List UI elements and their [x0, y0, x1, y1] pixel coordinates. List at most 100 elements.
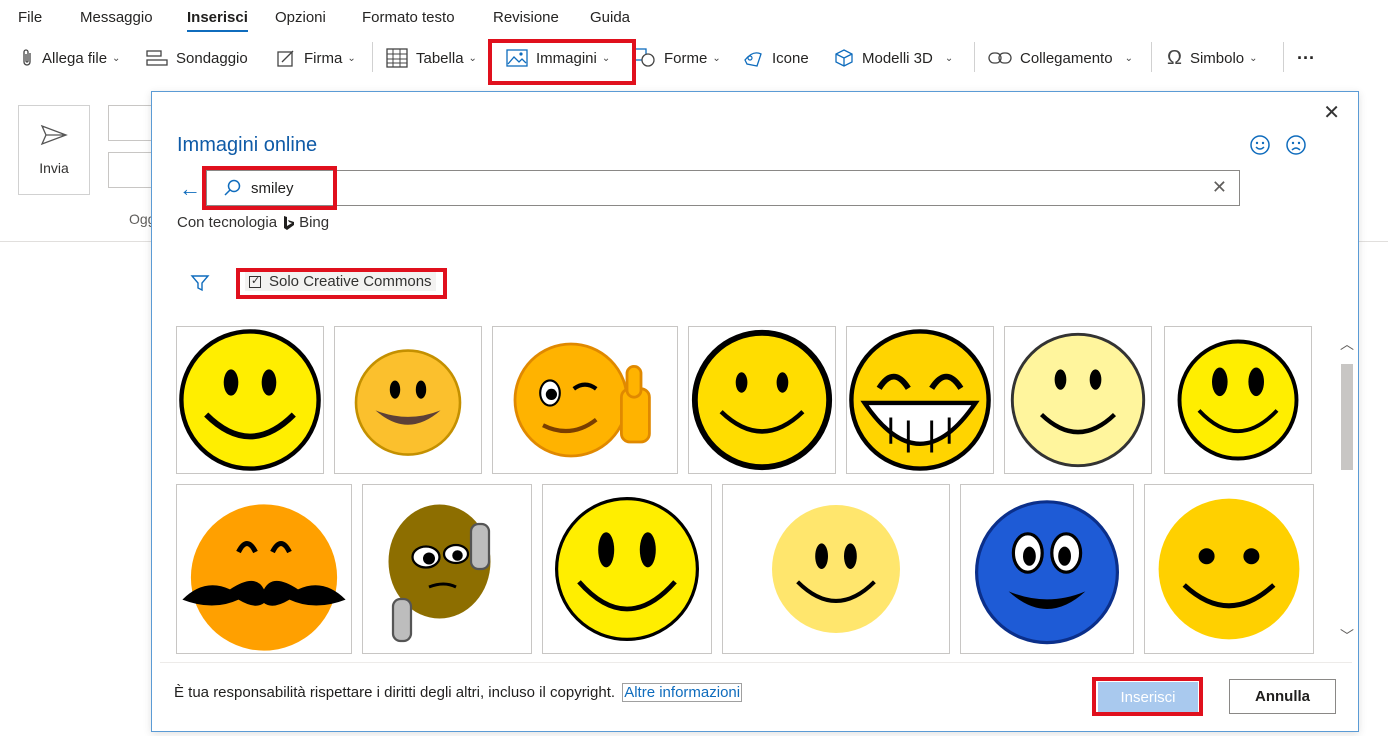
smiley-image — [975, 500, 1119, 645]
chevron-down-icon: ⌄ — [1249, 52, 1258, 64]
result-image[interactable] — [1144, 484, 1314, 654]
scrollbar-thumb[interactable] — [1341, 364, 1353, 470]
signature-icon — [277, 50, 294, 67]
powered-by: Con tecnologia Bing — [177, 214, 329, 231]
send-label: Invia — [39, 160, 69, 176]
forme-button[interactable]: Forme ⌄ — [634, 36, 721, 80]
chevron-down-icon: ⌄ — [712, 52, 721, 64]
highlight-immagini — [488, 39, 636, 85]
copyright-notice: È tua responsabilità rispettare i diritt… — [174, 683, 743, 702]
tab-inserisci[interactable]: Inserisci — [187, 9, 248, 32]
chevron-down-icon: ⌄ — [1124, 52, 1133, 64]
highlight-search — [202, 166, 337, 210]
result-image[interactable] — [176, 484, 352, 654]
allega-file-button[interactable]: Allega file ⌄ — [20, 36, 120, 80]
dialog-title: Immagini online — [177, 134, 318, 156]
icone-button[interactable]: Icone — [742, 36, 809, 80]
clear-search-icon[interactable]: ✕ — [1212, 177, 1227, 198]
forme-label: Forme — [664, 49, 708, 67]
highlight-creative-commons — [236, 268, 447, 299]
table-icon — [386, 48, 408, 68]
shapes-icon — [634, 48, 655, 67]
omega-icon: Ω — [1167, 46, 1182, 69]
send-icon — [40, 124, 68, 146]
sondaggio-label: Sondaggio — [176, 49, 248, 67]
result-image[interactable] — [176, 326, 324, 474]
footer-divider — [160, 662, 1352, 663]
modelli-3d-button[interactable]: Modelli 3D ⌄ — [834, 36, 953, 80]
more-options-button[interactable]: ··· — [1297, 36, 1315, 80]
tab-revisione[interactable]: Revisione — [493, 9, 559, 26]
scroll-up-icon[interactable]: ︿ — [1340, 334, 1354, 354]
smile-feedback-icon[interactable] — [1249, 134, 1271, 156]
icone-label: Icone — [772, 49, 809, 67]
tabella-button[interactable]: Tabella ⌄ — [386, 36, 477, 80]
highlight-insert — [1092, 677, 1203, 716]
result-image[interactable] — [846, 326, 994, 474]
powered-by-label: Con tecnologia — [177, 214, 278, 231]
tab-file[interactable]: File — [18, 9, 42, 26]
smiley-image — [182, 504, 346, 651]
bing-icon — [284, 215, 295, 230]
smiley-image — [354, 349, 462, 456]
tabella-label: Tabella — [416, 49, 464, 67]
icons-icon — [744, 52, 762, 67]
smiley-image — [555, 497, 699, 641]
modelli-3d-label: Modelli 3D — [862, 49, 933, 67]
toolbar-divider — [1283, 42, 1284, 72]
cube-3d-icon — [835, 49, 853, 67]
back-arrow-icon[interactable]: ← — [179, 176, 201, 202]
toolbar-divider — [1151, 42, 1152, 72]
search-input[interactable]: smiley ✕ — [206, 170, 1240, 206]
result-image[interactable] — [688, 326, 836, 474]
online-pictures-dialog: ✕ Immagini online ← smiley ✕ Con tecnolo… — [151, 91, 1359, 732]
result-image[interactable] — [722, 484, 950, 654]
bing-label: Bing — [299, 214, 330, 231]
simbolo-label: Simbolo — [1189, 49, 1245, 67]
smiley-image — [849, 329, 991, 471]
collegamento-button[interactable]: Collegamento ⌄ — [988, 36, 1133, 80]
result-image[interactable] — [492, 326, 678, 474]
tab-guida[interactable]: Guida — [590, 9, 630, 26]
smiley-image — [1158, 498, 1300, 640]
toolbar-divider — [974, 42, 975, 72]
paperclip-icon — [23, 49, 31, 66]
frown-feedback-icon[interactable] — [1285, 134, 1307, 156]
tab-opzioni[interactable]: Opzioni — [275, 9, 326, 26]
chevron-down-icon: ⌄ — [347, 52, 356, 64]
close-icon[interactable]: ✕ — [1323, 100, 1340, 125]
result-image[interactable] — [1004, 326, 1152, 474]
copyright-text: È tua responsabilità rispettare i diritt… — [174, 684, 616, 701]
results-scrollbar[interactable]: ︿ ﹀ — [1337, 324, 1357, 654]
bing-logo: Bing — [283, 214, 329, 231]
smiley-image — [772, 505, 900, 633]
simbolo-button[interactable]: Ω Simbolo ⌄ — [1167, 36, 1258, 80]
chevron-down-icon: ⌄ — [112, 52, 121, 64]
smiley-image — [388, 504, 491, 643]
sondaggio-button[interactable]: Sondaggio — [146, 36, 248, 80]
smiley-image — [1177, 339, 1299, 461]
more-info-link[interactable]: Altre informazioni — [622, 683, 743, 702]
filter-icon[interactable] — [190, 273, 210, 293]
result-image[interactable] — [960, 484, 1134, 654]
result-image[interactable] — [362, 484, 532, 654]
result-image[interactable] — [542, 484, 712, 654]
result-image[interactable] — [334, 326, 482, 474]
tab-messaggio[interactable]: Messaggio — [80, 9, 153, 26]
smiley-image — [179, 329, 321, 471]
firma-label: Firma — [304, 49, 343, 67]
tab-formato-testo[interactable]: Formato testo — [362, 9, 455, 26]
poll-icon — [146, 50, 168, 66]
scroll-down-icon[interactable]: ﹀ — [1340, 626, 1354, 646]
ribbon-toolbar: Allega file ⌄ Sondaggio Firma ⌄ Tabella ⌄ I… — [0, 36, 1388, 80]
smiley-image — [513, 342, 651, 458]
link-icon — [988, 52, 1012, 64]
send-button[interactable]: Invia — [18, 105, 90, 195]
result-image[interactable] — [1164, 326, 1312, 474]
toolbar-divider — [372, 42, 373, 72]
ribbon-tabs: File Messaggio Inserisci Opzioni Formato… — [0, 0, 1388, 34]
firma-button[interactable]: Firma ⌄ — [276, 36, 356, 80]
allega-file-label: Allega file — [42, 49, 108, 67]
results-grid — [176, 326, 1316, 656]
cancel-button[interactable]: Annulla — [1229, 679, 1336, 714]
